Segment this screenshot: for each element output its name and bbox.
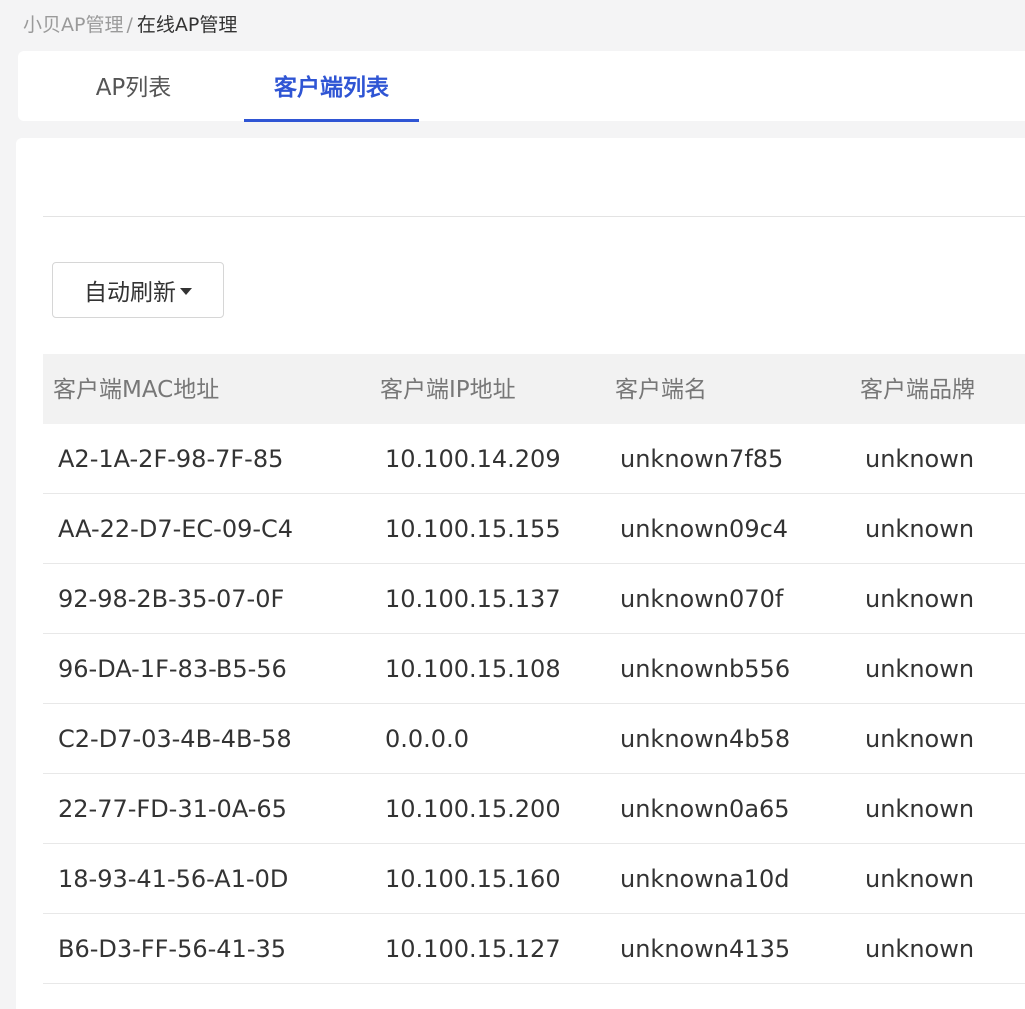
column-header-brand[interactable]: 客户端品牌 — [860, 354, 975, 426]
cell-ip: 10.100.15.155 — [385, 515, 561, 543]
cell-brand: unknown — [865, 655, 975, 683]
cell-ip: 10.100.15.137 — [385, 585, 561, 613]
cell-mac: 18-93-41-56-A1-0D — [58, 865, 289, 893]
cell-mac: AA-22-D7-EC-09-C4 — [58, 515, 294, 543]
cell-name: unknown4b58 — [620, 725, 791, 753]
breadcrumb: 小贝AP管理 / 在线AP管理 — [23, 12, 237, 38]
column-header-ip[interactable]: 客户端IP地址 — [380, 354, 516, 426]
table-row[interactable]: 18-93-41-56-A1-0D 10.100.15.160 unknowna… — [43, 844, 1025, 914]
table-row[interactable]: B6-D3-FF-56-41-35 10.100.15.127 unknown4… — [43, 914, 1025, 984]
table-row[interactable]: AA-22-D7-EC-09-C4 10.100.15.155 unknown0… — [43, 494, 1025, 564]
tab-bar: AP列表 客户端列表 — [18, 51, 1025, 122]
client-list-panel: 自动刷新 客户端MAC地址 客户端IP地址 客户端名 客户端品牌 A2-1A-2… — [16, 138, 1025, 1009]
cell-name: unknown7f85 — [620, 445, 784, 473]
caret-down-icon — [180, 288, 192, 295]
cell-ip: 10.100.14.209 — [385, 445, 561, 473]
tab-client-list[interactable]: 客户端列表 — [244, 51, 419, 122]
cell-brand: unknown — [865, 865, 975, 893]
cell-name: unknowna10d — [620, 865, 790, 893]
cell-ip: 10.100.15.160 — [385, 865, 561, 893]
divider — [43, 216, 1025, 217]
table-row[interactable]: 22-77-FD-31-0A-65 10.100.15.200 unknown0… — [43, 774, 1025, 844]
table-row[interactable]: C2-D7-03-4B-4B-58 0.0.0.0 unknown4b58 un… — [43, 704, 1025, 774]
cell-mac: B6-D3-FF-56-41-35 — [58, 935, 287, 963]
table-row[interactable]: 92-98-2B-35-07-0F 10.100.15.137 unknown0… — [43, 564, 1025, 634]
cell-ip: 10.100.15.200 — [385, 795, 561, 823]
table-row[interactable]: 96-DA-1F-83-B5-56 10.100.15.108 unknownb… — [43, 634, 1025, 704]
breadcrumb-current: 在线AP管理 — [136, 14, 238, 36]
table-row[interactable]: A2-1A-2F-98-7F-85 10.100.14.209 unknown7… — [43, 424, 1025, 494]
cell-brand: unknown — [865, 725, 975, 753]
cell-brand: unknown — [865, 585, 975, 613]
cell-name: unknownb556 — [620, 655, 791, 683]
cell-name: unknown070f — [620, 585, 784, 613]
cell-ip: 0.0.0.0 — [385, 725, 469, 753]
cell-brand: unknown — [865, 515, 975, 543]
column-header-mac[interactable]: 客户端MAC地址 — [53, 354, 219, 426]
cell-mac: A2-1A-2F-98-7F-85 — [58, 445, 284, 473]
auto-refresh-label: 自动刷新 — [84, 280, 176, 306]
cell-brand: unknown — [865, 935, 975, 963]
cell-name: unknown09c4 — [620, 515, 789, 543]
cell-name: unknown0a65 — [620, 795, 790, 823]
cell-mac: 22-77-FD-31-0A-65 — [58, 795, 287, 823]
column-header-name[interactable]: 客户端名 — [615, 354, 707, 426]
page: 小贝AP管理 / 在线AP管理 AP列表 客户端列表 自动刷新 客户端MAC地址 客… — [0, 0, 1025, 1009]
client-table: 客户端MAC地址 客户端IP地址 客户端名 客户端品牌 A2-1A-2F-98-… — [43, 354, 1025, 984]
breadcrumb-root-link[interactable]: 小贝AP管理 — [23, 14, 123, 36]
auto-refresh-dropdown-button[interactable]: 自动刷新 — [52, 262, 224, 318]
cell-mac: 92-98-2B-35-07-0F — [58, 585, 285, 613]
cell-brand: unknown — [865, 795, 975, 823]
cell-mac: C2-D7-03-4B-4B-58 — [58, 725, 292, 753]
cell-ip: 10.100.15.108 — [385, 655, 561, 683]
breadcrumb-separator: / — [126, 14, 133, 36]
cell-brand: unknown — [865, 445, 975, 473]
tab-ap-list[interactable]: AP列表 — [76, 51, 191, 121]
cell-mac: 96-DA-1F-83-B5-56 — [58, 655, 287, 683]
table-header: 客户端MAC地址 客户端IP地址 客户端名 客户端品牌 — [43, 354, 1025, 424]
cell-ip: 10.100.15.127 — [385, 935, 561, 963]
cell-name: unknown4135 — [620, 935, 791, 963]
